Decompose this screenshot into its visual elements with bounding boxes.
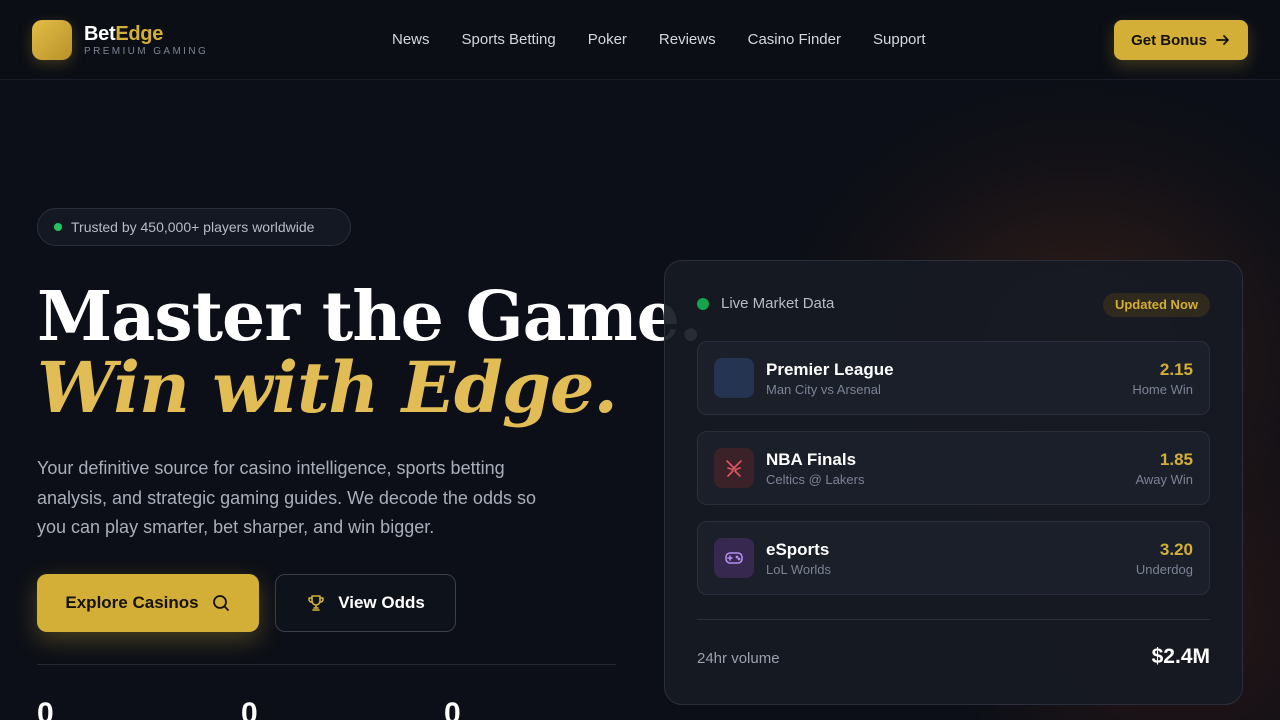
card-header: Live Market Data	[697, 295, 834, 312]
market-row[interactable]: NBA Finals Celtics @ Lakers 1.85 Away Wi…	[697, 431, 1210, 505]
main-nav: News Sports Betting Poker Reviews Casino…	[376, 30, 942, 50]
brand[interactable]: BetEdge PREMIUM GAMING	[84, 22, 208, 58]
arrow-right-icon	[1216, 35, 1229, 45]
hero-headline-accent: Win with Edge.	[37, 346, 618, 429]
live-market-card: Live Market Data Updated Now Premier Lea…	[664, 260, 1243, 705]
updated-badge: Updated Now	[1102, 293, 1210, 317]
market-subtitle: Celtics @ Lakers	[766, 472, 865, 487]
crossed-swords-icon	[714, 448, 754, 488]
logo-mark[interactable]	[32, 20, 72, 60]
brand-name-part2: Edge	[115, 23, 164, 45]
market-title: Premier League	[766, 360, 894, 379]
site-header: BetEdge PREMIUM GAMING News Sports Betti…	[0, 0, 1280, 80]
explore-casinos-label: Explore Casinos	[65, 593, 199, 612]
market-row[interactable]: eSports LoL Worlds 3.20 Underdog	[697, 521, 1210, 595]
football-icon	[714, 358, 754, 398]
trust-badge-text: Trusted by 450,000+ players worldwide	[71, 219, 315, 235]
market-type: Away Win	[1135, 472, 1193, 487]
search-icon	[212, 595, 229, 611]
trophy-icon	[308, 595, 324, 611]
volume-value: $2.4M	[1151, 645, 1210, 668]
view-odds-label: View Odds	[338, 593, 425, 612]
nav-item-casino-finder[interactable]: Casino Finder	[748, 30, 841, 50]
market-title: NBA Finals	[766, 450, 857, 469]
stat-value: 0	[444, 697, 461, 720]
market-subtitle: Man City vs Arsenal	[766, 382, 881, 397]
get-bonus-button[interactable]: Get Bonus	[1114, 20, 1248, 60]
explore-casinos-button[interactable]: Explore Casinos	[37, 574, 259, 632]
market-odds: 3.20	[1159, 540, 1193, 559]
get-bonus-label: Get Bonus	[1131, 31, 1207, 49]
stat-value: 0	[37, 697, 54, 720]
hero-description: Your definitive source for casino intell…	[37, 458, 536, 537]
nav-item-sports-betting[interactable]: Sports Betting	[462, 30, 556, 50]
brand-tagline: PREMIUM GAMING	[84, 46, 209, 57]
market-odds: 1.85	[1159, 450, 1193, 469]
market-odds: 2.15	[1159, 360, 1193, 379]
volume-label: 24hr volume	[697, 650, 780, 667]
trust-badge: Trusted by 450,000+ players worldwide	[37, 208, 351, 246]
market-row[interactable]: Premier League Man City vs Arsenal 2.15 …	[697, 341, 1210, 415]
nav-item-support[interactable]: Support	[873, 30, 926, 50]
card-divider	[697, 619, 1210, 620]
card-title: Live Market Data	[721, 295, 835, 312]
hero-divider	[37, 664, 616, 665]
market-type: Underdog	[1135, 562, 1193, 577]
nav-item-news[interactable]: News	[392, 30, 430, 50]
view-odds-button[interactable]: View Odds	[275, 574, 456, 632]
market-type: Home Win	[1132, 382, 1193, 397]
status-dot	[54, 223, 62, 231]
market-title: eSports	[766, 540, 830, 559]
gamepad-icon	[714, 538, 754, 578]
live-indicator	[697, 297, 709, 310]
brand-name: BetEdge	[84, 22, 208, 46]
market-subtitle: LoL Worlds	[766, 562, 832, 577]
stat-value: 0	[241, 697, 258, 720]
brand-name-part1: Bet	[84, 23, 116, 45]
nav-item-reviews[interactable]: Reviews	[659, 30, 716, 50]
nav-item-poker[interactable]: Poker	[588, 30, 627, 50]
